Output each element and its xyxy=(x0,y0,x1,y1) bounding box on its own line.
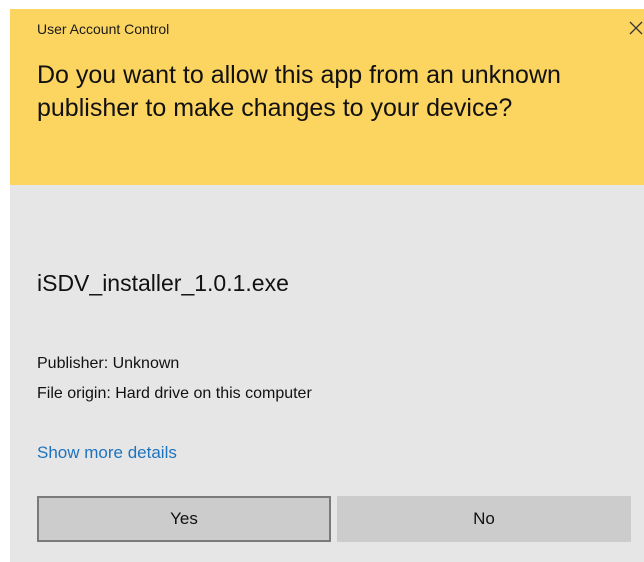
no-button[interactable]: No xyxy=(337,496,631,542)
window-title: User Account Control xyxy=(37,21,170,37)
dialog-header: User Account Control Do you want to allo… xyxy=(10,9,644,185)
app-name: iSDV_installer_1.0.1.exe xyxy=(37,270,289,296)
close-icon xyxy=(629,21,643,35)
show-more-details-link[interactable]: Show more details xyxy=(37,443,177,463)
close-button[interactable] xyxy=(624,16,644,40)
uac-dialog: User Account Control Do you want to allo… xyxy=(10,9,644,562)
yes-button[interactable]: Yes xyxy=(37,496,331,542)
prompt-question: Do you want to allow this app from an un… xyxy=(37,61,561,122)
file-origin-info: File origin: Hard drive on this computer xyxy=(37,385,312,402)
publisher-info: Publisher: Unknown xyxy=(37,355,180,372)
